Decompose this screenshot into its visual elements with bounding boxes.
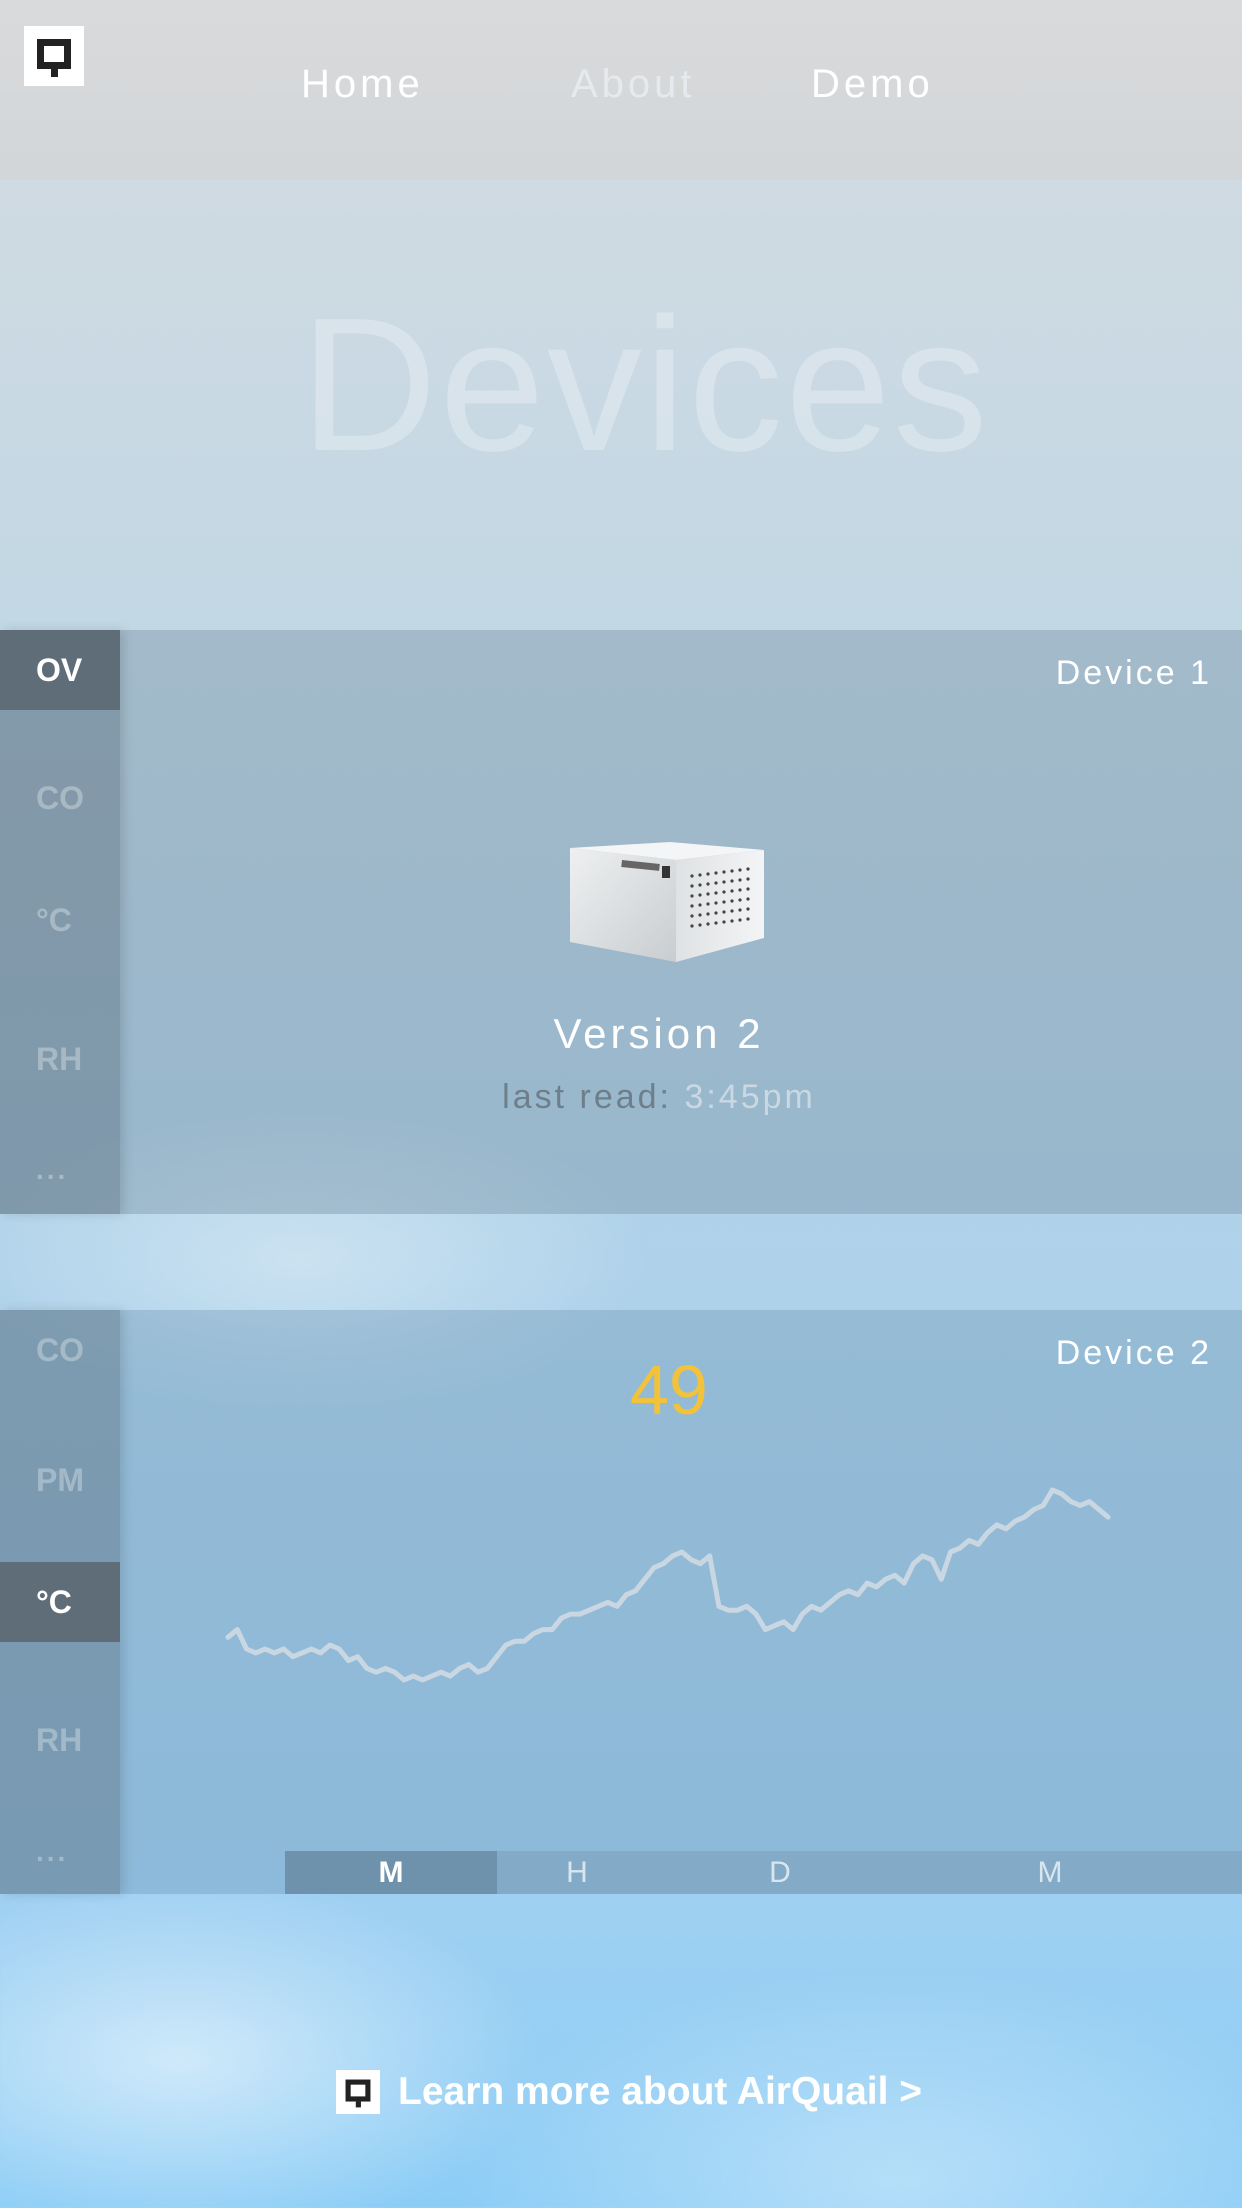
metric-sidebar-1: OV CO °C RH ... xyxy=(0,630,120,1214)
range-tab-day[interactable]: D xyxy=(680,1851,880,1894)
metric-tab-temperature[interactable]: °C xyxy=(0,880,120,960)
range-tab-hour[interactable]: H xyxy=(497,1851,657,1894)
metric-tab-rh[interactable]: RH xyxy=(0,1700,120,1780)
last-read-status: last read: 3:45pm xyxy=(0,1078,1242,1117)
airquail-device-image xyxy=(566,840,766,975)
nav-about-link[interactable]: About xyxy=(571,62,696,107)
series-line xyxy=(225,1487,1111,1683)
last-read-label: last read: xyxy=(502,1078,672,1116)
more-metrics-icon[interactable]: ... xyxy=(0,1130,120,1210)
airquail-logo-icon xyxy=(336,2070,380,2114)
more-metrics-icon[interactable]: ... xyxy=(0,1812,120,1892)
last-read-time: 3:45pm xyxy=(684,1078,816,1116)
metric-tab-co[interactable]: CO xyxy=(0,758,120,838)
range-tab-minute[interactable]: M xyxy=(285,1851,497,1894)
device-title: Device 1 xyxy=(1055,654,1212,692)
device-version: Version 2 xyxy=(553,1010,765,1057)
metric-sidebar-2: CO PM °C RH ... xyxy=(0,1310,120,1894)
range-tab-month[interactable]: M xyxy=(950,1851,1150,1894)
top-nav-bar: Home About Demo xyxy=(0,0,1242,180)
learn-more-text[interactable]: Learn more about AirQuail > xyxy=(398,2070,922,2114)
metric-tab-pm[interactable]: PM xyxy=(0,1440,120,1520)
device-title: Device 2 xyxy=(1055,1334,1212,1372)
metric-tab-co[interactable]: CO xyxy=(0,1310,120,1390)
nav-home-link[interactable]: Home xyxy=(301,62,424,107)
page-title: Devices xyxy=(300,279,990,491)
device-card-2: CO PM °C RH ... Device 2 49 M H D M xyxy=(0,1310,1242,1894)
airquail-logo-icon[interactable] xyxy=(24,26,84,86)
metric-tab-ov[interactable]: OV xyxy=(0,630,120,710)
nav-demo-link[interactable]: Demo xyxy=(811,62,934,107)
metric-tab-temperature[interactable]: °C xyxy=(0,1562,120,1642)
time-range-selector: M H D M xyxy=(285,1851,1242,1894)
temperature-line-chart xyxy=(225,1487,1111,1683)
current-reading-value: 49 xyxy=(630,1351,708,1429)
device-card-1: OV CO °C RH ... Device 1 Version 2 last … xyxy=(0,630,1242,1214)
